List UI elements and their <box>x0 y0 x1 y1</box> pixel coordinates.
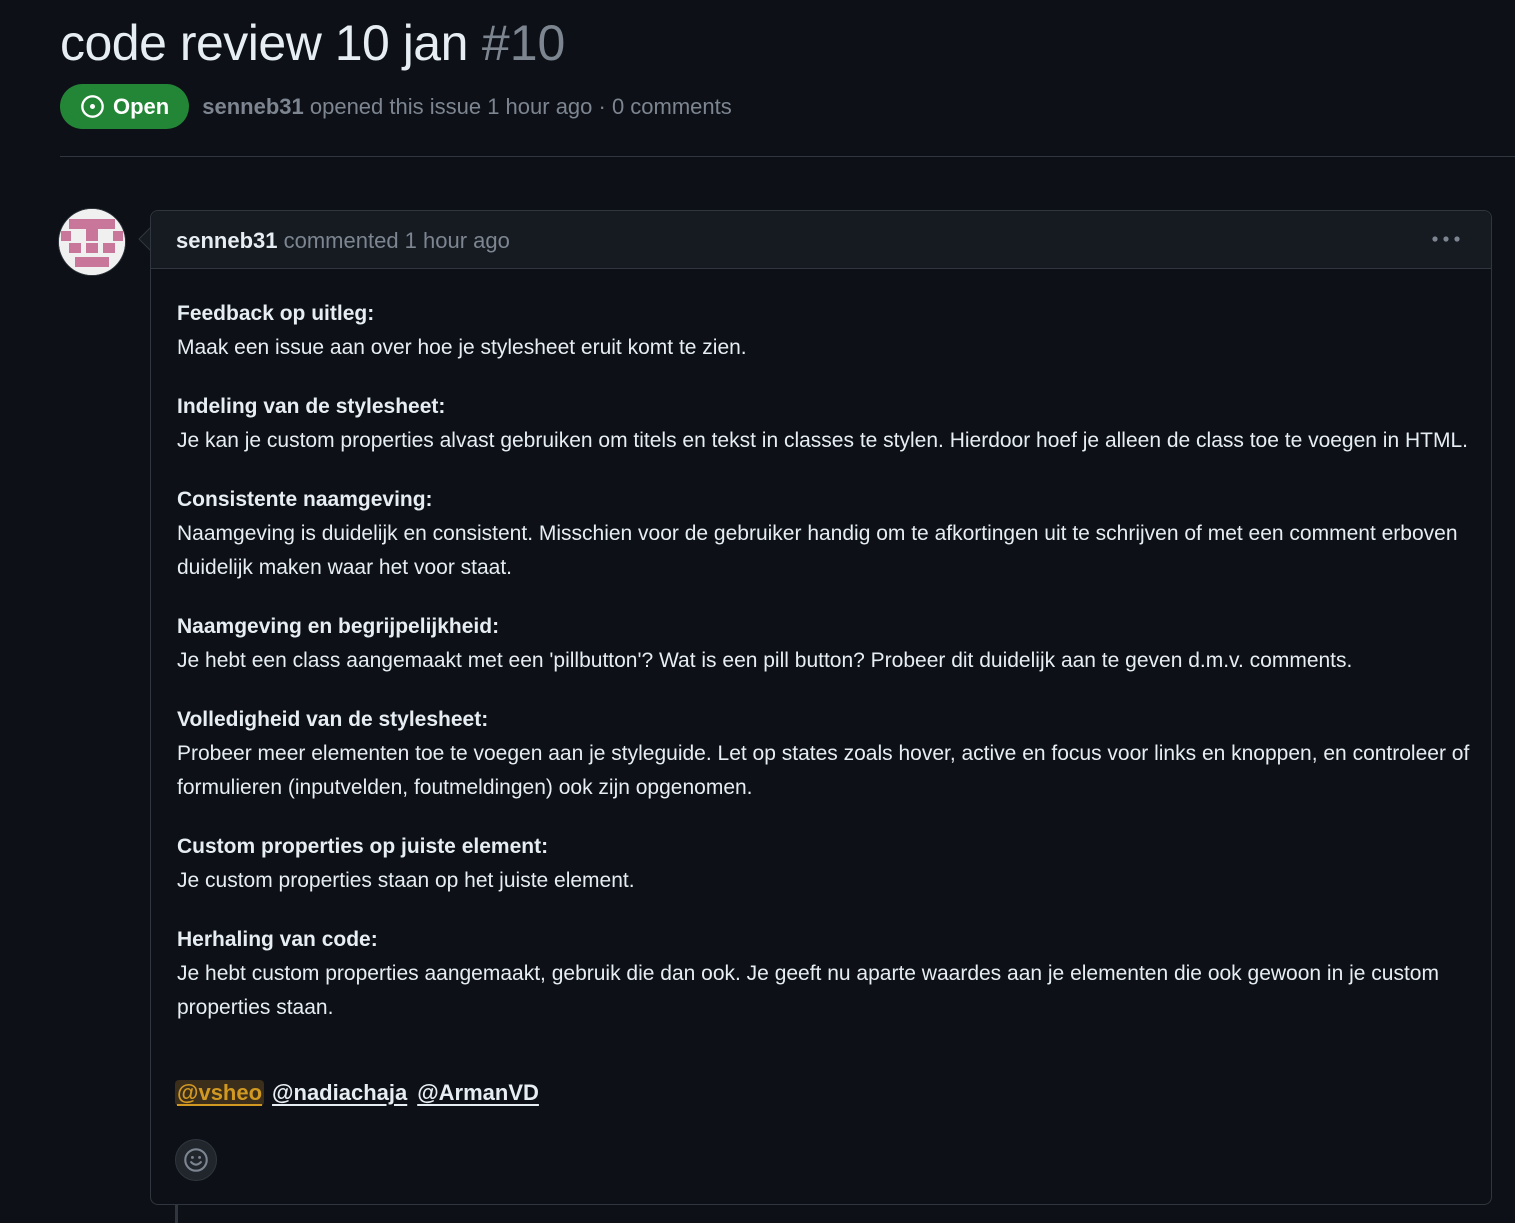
section-text: Probeer meer elementen toe te voegen aan… <box>177 742 1470 799</box>
issue-author-link[interactable]: senneb31 <box>202 94 304 119</box>
section-text: Je kan je custom properties alvast gebru… <box>177 429 1468 452</box>
mention-link[interactable]: @vsheo <box>175 1080 265 1106</box>
section-title: Custom properties op juiste element: <box>177 835 549 858</box>
feedback-section: Volledigheid van de stylesheet: Probeer … <box>177 703 1477 805</box>
comment-header: senneb31 commented 1 hour ago <box>151 211 1491 269</box>
kebab-horizontal-icon[interactable] <box>1431 231 1461 247</box>
section-title: Naamgeving en begrijpelijkheid: <box>177 615 500 638</box>
mentions: @vsheo @nadiachaja @ArmanVD <box>175 1080 541 1106</box>
section-text: Je hebt custom properties aangemaakt, ge… <box>177 962 1439 1019</box>
feedback-section: Custom properties op juiste element: Je … <box>177 830 1477 898</box>
section-title: Herhaling van code: <box>177 928 378 951</box>
issue-page: code review 10 jan #10 Open senneb31 open… <box>0 0 1515 1223</box>
comment-header-text: senneb31 commented 1 hour ago <box>176 228 510 254</box>
issue-opened-text: opened this issue 1 hour ago · 0 comment… <box>309 93 732 119</box>
feedback-section: Consistente naamgeving: Naamgeving is du… <box>177 483 1477 585</box>
state-label: Open <box>113 93 170 119</box>
comment-body: Feedback op uitleg: Maak een issue aan o… <box>177 297 1477 1050</box>
header-divider <box>60 156 1515 157</box>
issue-meta: Open senneb31 opened this issue 1 hour a… <box>60 84 732 129</box>
state-badge: Open <box>60 84 190 129</box>
comment-timestamp[interactable]: commented 1 hour ago <box>284 228 510 253</box>
section-title: Feedback op uitleg: <box>177 302 375 325</box>
section-text: Je custom properties staan op het juiste… <box>177 869 635 892</box>
section-text: Je hebt een class aangemaakt met een 'pi… <box>177 649 1353 672</box>
timeline-line <box>175 1205 178 1223</box>
section-title: Volledigheid van de stylesheet: <box>177 708 489 731</box>
section-text: Maak een issue aan over hoe je styleshee… <box>177 336 747 359</box>
feedback-section: Herhaling van code: Je hebt custom prope… <box>177 923 1477 1025</box>
issue-number: #10 <box>481 15 566 71</box>
issue-title-row: code review 10 jan #10 <box>60 14 565 72</box>
feedback-section: Feedback op uitleg: Maak een issue aan o… <box>177 297 1477 365</box>
avatar[interactable] <box>59 209 125 275</box>
issue-title: code review 10 jan <box>60 15 468 71</box>
feedback-section: Indeling van de stylesheet: Je kan je cu… <box>177 390 1477 458</box>
add-reaction-button[interactable] <box>175 1139 217 1181</box>
comment-box: senneb31 commented 1 hour ago Feedback o… <box>150 210 1492 1205</box>
smiley-icon <box>184 1148 208 1172</box>
identicon-icon <box>59 209 125 275</box>
mention-link[interactable]: @ArmanVD <box>415 1080 541 1106</box>
issue-opened-icon <box>81 95 104 118</box>
mention-link[interactable]: @nadiachaja <box>270 1080 409 1106</box>
feedback-section: Naamgeving en begrijpelijkheid: Je hebt … <box>177 610 1477 678</box>
comment-author-link[interactable]: senneb31 <box>176 228 278 253</box>
issue-meta-text: senneb31 opened this issue 1 hour ago · … <box>202 94 732 120</box>
section-text: Naamgeving is duidelijk en consistent. M… <box>177 522 1458 579</box>
section-title: Consistente naamgeving: <box>177 488 433 511</box>
section-title: Indeling van de stylesheet: <box>177 395 446 418</box>
